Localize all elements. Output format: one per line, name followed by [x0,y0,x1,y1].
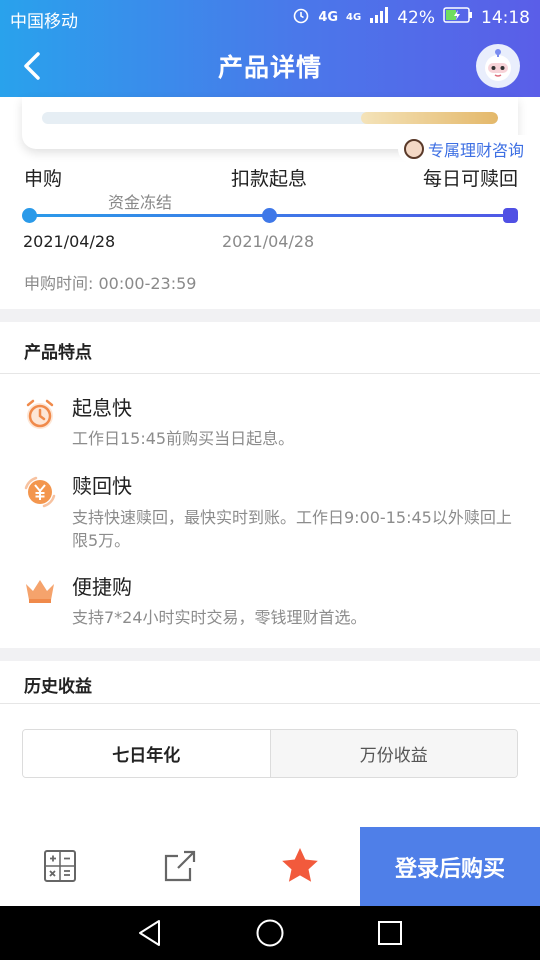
progress-bar [42,112,498,124]
network-label-1: 4G [318,10,339,25]
nav-bar: 产品详情 [0,36,540,96]
step-label-interest: 扣款起息 [231,168,308,190]
feature-desc-2: 支持快速赎回，最快实时到账。工作日9:00-15:45以外赎回上限5万。 [72,508,512,550]
header: 中国移动 4G 4G 42% 14:18 产品详情 [0,0,540,97]
timeline-dot-subscribe [22,208,37,223]
calculator-icon[interactable] [38,844,82,888]
battery-charging-icon [443,7,473,28]
alarm-clock-icon [22,397,58,433]
consult-label: 专属理财咨询 [428,141,525,160]
history-divider [0,703,540,704]
date-interest: 2021/04/28 [222,232,315,251]
consult-button[interactable]: 专属理财咨询 [398,135,540,163]
robot-assistant-icon[interactable] [476,44,520,88]
timeline-dot-redeem [503,208,518,223]
network-label-2: 4G [346,12,362,23]
step-label-redeem: 每日可赎回 [422,168,518,190]
feature-title-2: 赎回快 [72,474,132,498]
feature-desc-1: 工作日15:45前购买当日起息。 [72,429,295,448]
yield-tabs: 七日年化 万份收益 [22,729,518,778]
timeline-dot-interest [262,208,277,223]
history-title: 历史收益 [24,677,92,697]
features-divider [0,373,540,374]
tab-per-ten-thousand[interactable]: 万份收益 [270,730,517,777]
feature-title-3: 便捷购 [72,575,132,599]
nav-recents-icon[interactable] [375,918,405,948]
battery-percent: 42% [397,7,435,28]
features-section: 产品特点 起息快 工作日15:45前购买当日起息。 赎回快 支持快速赎回，最快实… [0,322,540,648]
clock-time: 14:18 [481,7,530,28]
alarm-icon [292,6,310,29]
yen-refresh-icon [22,474,58,510]
nav-home-icon[interactable] [255,918,285,948]
features-title: 产品特点 [24,343,92,363]
status-icons: 4G 4G 42% 14:18 [292,6,530,29]
system-nav-bar [0,906,540,960]
login-to-buy-button[interactable]: 登录后购买 [360,827,540,906]
advisor-avatar-icon [404,139,424,159]
freeze-label: 资金冻结 [108,193,173,212]
page-title: 产品详情 [217,53,322,82]
status-bar: 中国移动 4G 4G 42% 14:18 [0,0,540,36]
bottom-action-bar: 登录后购买 [0,827,540,906]
progress-bar-fill [361,112,498,124]
share-icon[interactable] [158,844,202,888]
signal-icon [369,7,389,28]
crown-icon [22,572,58,608]
feature-desc-3: 支持7*24小时实时交易，零钱理财首选。 [72,608,367,627]
tab-seven-day-yield[interactable]: 七日年化 [23,730,271,777]
nav-back-icon[interactable] [135,918,165,948]
carrier-label: 中国移动 [10,12,78,32]
feature-title-1: 起息快 [72,396,132,420]
subscribe-time: 申购时间: 00:00-23:59 [24,274,197,293]
step-label-subscribe: 申购 [24,168,63,190]
favorite-star-icon[interactable] [278,844,322,888]
date-subscribe: 2021/04/28 [23,232,116,251]
